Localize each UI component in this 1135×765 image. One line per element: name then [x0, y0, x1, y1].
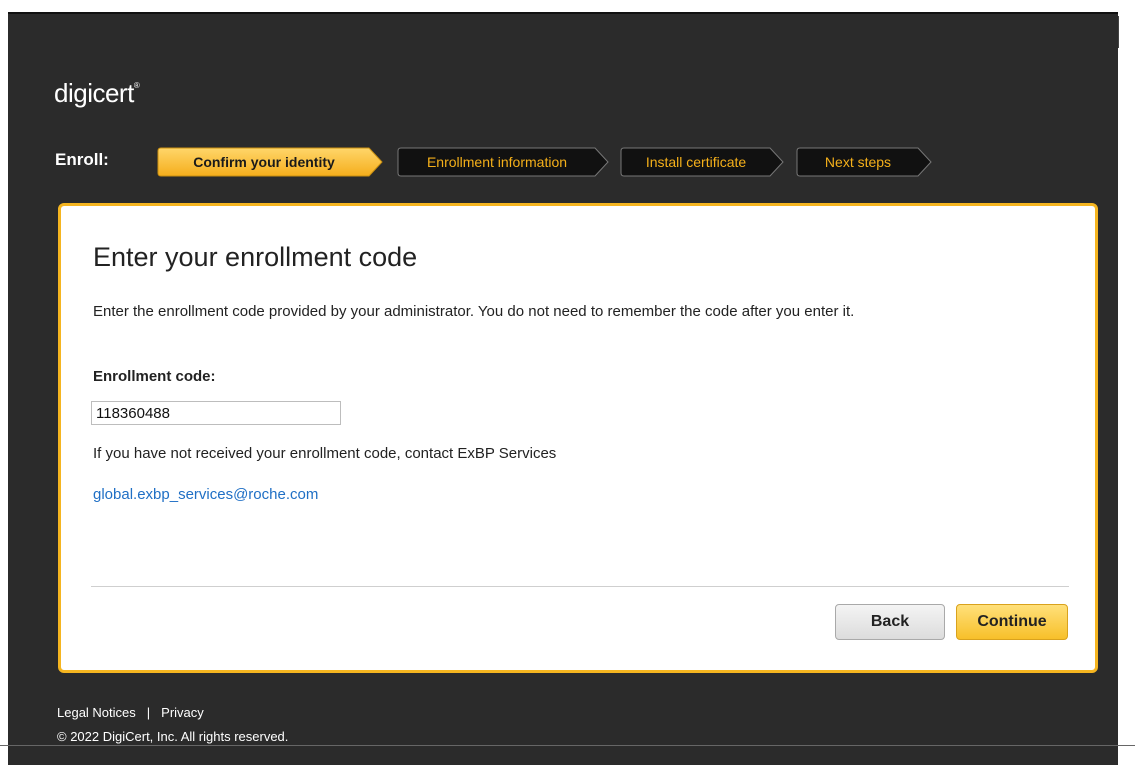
legal-notices-link[interactable]: Legal Notices — [57, 705, 136, 720]
step-label: Confirm your identity — [193, 154, 335, 170]
divider — [91, 586, 1069, 587]
step-confirm-identity: Confirm your identity — [157, 147, 383, 177]
footer-links: Legal Notices | Privacy — [57, 705, 204, 720]
page-title: Enter your enrollment code — [93, 242, 418, 272]
step-label: Next steps — [824, 154, 892, 170]
enrollment-code-label: Enrollment code: — [93, 368, 216, 385]
continue-button[interactable]: Continue — [956, 604, 1068, 640]
step-label: Install certificate — [645, 154, 747, 170]
steps-label: Enroll: — [55, 150, 109, 169]
step-next-steps: Next steps — [796, 147, 932, 177]
footer-separator: | — [146, 705, 151, 720]
step-enrollment-information: Enrollment information — [397, 147, 609, 177]
contact-email-link[interactable]: global.exbp_services@roche.com — [93, 486, 318, 503]
privacy-link[interactable]: Privacy — [161, 705, 204, 720]
enrollment-code-input[interactable] — [91, 401, 341, 425]
help-text: If you have not received your enrollment… — [93, 445, 557, 462]
registered-mark: ® — [133, 81, 140, 91]
step-label: Enrollment information — [426, 154, 568, 170]
digicert-logo: digicert® — [54, 78, 140, 109]
step-install-certificate: Install certificate — [620, 147, 784, 177]
logo-text: digicert — [54, 78, 134, 108]
back-button[interactable]: Back — [835, 604, 945, 640]
bottom-strip — [8, 746, 1118, 765]
instructions-text: Enter the enrollment code provided by yo… — [93, 303, 855, 320]
window-edge — [1118, 16, 1119, 48]
enrollment-card: Enter your enrollment code Enter the enr… — [58, 203, 1098, 673]
copyright-text: © 2022 DigiCert, Inc. All rights reserve… — [57, 729, 289, 744]
